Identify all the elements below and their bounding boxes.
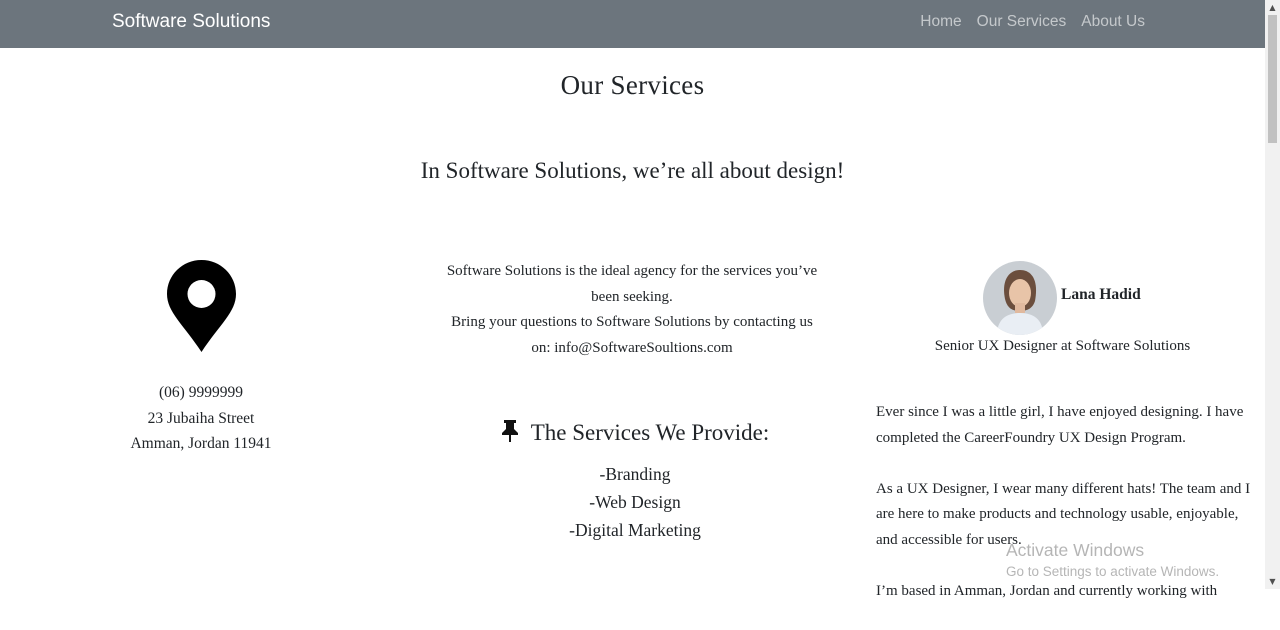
bio-paragraph-3: I’m based in Amman, Jordan and currently… [876, 582, 1218, 599]
services-heading-text: The Services We Provide: [530, 420, 770, 445]
page-title: Our Services [560, 70, 705, 100]
nav-link-about-us[interactable]: About Us [1081, 13, 1145, 31]
service-item-branding: -Branding [599, 464, 671, 484]
intro-line-2: Bring your questions to Software Solutio… [451, 314, 813, 356]
tagline: In Software Solutions, we’re all about d… [420, 158, 845, 183]
activate-windows-watermark: Activate Windows Go to Settings to activ… [1006, 539, 1219, 581]
avatar [983, 261, 1057, 335]
intro-line-1: Software Solutions is the ideal agency f… [446, 263, 818, 305]
nav-link-our-services[interactable]: Our Services [977, 13, 1067, 31]
scrollbar-thumb[interactable] [1268, 15, 1277, 143]
scroll-down-arrow-icon[interactable]: ▼ [1265, 574, 1280, 589]
profile-bio: Ever since I was a little girl, I have e… [876, 400, 1256, 630]
services-list: -Branding -Web Design -Digital Marketing [440, 460, 830, 544]
contact-street: 23 Jubaiha Street [147, 409, 255, 427]
profile-role: Senior UX Designer at Software Solutions [934, 338, 1191, 354]
nav-links: Home Our Services About Us [920, 13, 1145, 31]
contact-city: Amman, Jordan 11941 [130, 435, 272, 452]
pushpin-icon [501, 420, 518, 442]
brand-link[interactable]: Software Solutions [112, 11, 270, 33]
services-heading: The Services We Provide: [440, 420, 830, 446]
service-item-web-design: -Web Design [589, 492, 681, 512]
location-pin-icon [167, 260, 236, 352]
contact-info: (06) 9999999 23 Jubaiha Street Amman, Jo… [100, 380, 302, 457]
service-item-digital-marketing: -Digital Marketing [569, 520, 701, 540]
nav-link-home[interactable]: Home [920, 13, 961, 31]
watermark-title: Activate Windows [1006, 540, 1145, 560]
contact-phone: (06) 9999999 [159, 384, 243, 401]
scroll-up-arrow-icon[interactable]: ▲ [1265, 0, 1280, 15]
watermark-subtitle: Go to Settings to activate Windows. [1006, 564, 1220, 579]
bio-paragraph-1: Ever since I was a little girl, I have e… [876, 404, 1244, 446]
navbar: Software Solutions Home Our Services Abo… [0, 0, 1265, 48]
profile-name: Lana Hadid [1061, 286, 1141, 303]
intro-text: Software Solutions is the ideal agency f… [442, 259, 822, 361]
vertical-scrollbar[interactable]: ▲ ▼ [1265, 0, 1280, 589]
